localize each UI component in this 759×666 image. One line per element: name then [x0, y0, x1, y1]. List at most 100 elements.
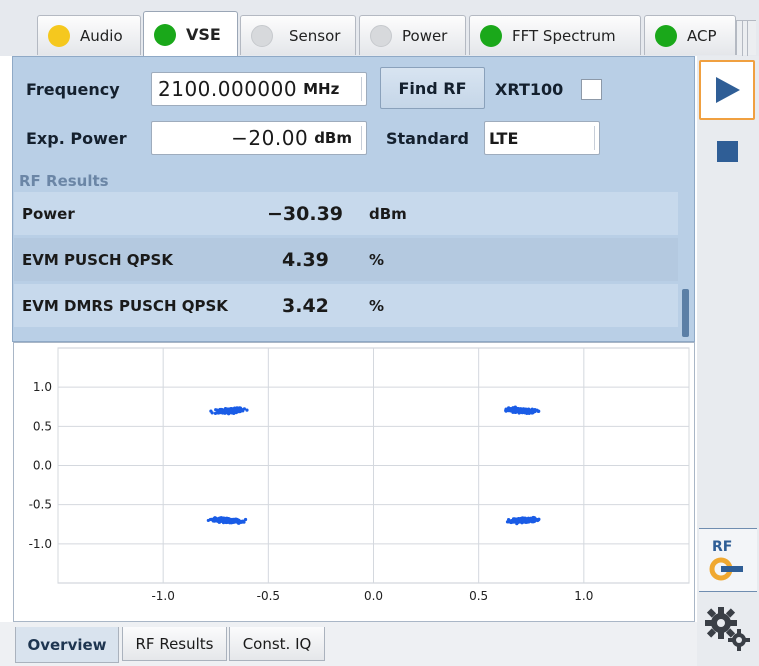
gears-icon — [705, 607, 750, 651]
frequency-field[interactable]: 2100.000000 MHz — [151, 72, 367, 106]
xrt100-checkbox[interactable] — [581, 79, 602, 100]
results-scrollbar[interactable] — [682, 289, 689, 337]
iq-point — [527, 411, 531, 416]
find-rf-button[interactable]: Find RF — [380, 67, 485, 109]
iq-point — [237, 519, 241, 523]
x-tick-label: -1.0 — [151, 589, 174, 603]
frequency-value: 2100.000000 — [158, 77, 298, 101]
iq-point — [211, 518, 215, 522]
xrt100-label: XRT100 — [495, 80, 564, 99]
iq-point — [504, 408, 508, 413]
tab-sensor[interactable]: Sensor — [240, 15, 356, 55]
play-icon — [716, 77, 740, 103]
y-tick-label: 1.0 — [33, 380, 52, 394]
status-indicator-icon — [251, 24, 273, 47]
tab-label: Power — [402, 26, 448, 45]
result-row: EVM DMRS PUSCH QPSK 3.42 % — [14, 284, 678, 327]
exp-power-unit: dBm — [314, 129, 352, 147]
tab-overflow-handle[interactable] — [736, 20, 756, 56]
iq-point — [226, 409, 230, 413]
result-unit: % — [369, 296, 385, 315]
settings-button[interactable] — [704, 604, 752, 654]
result-row: Power −30.39 dBm — [14, 192, 678, 235]
result-value: −30.39 — [267, 202, 344, 225]
status-indicator-icon — [480, 24, 502, 47]
field-notch — [594, 126, 600, 150]
tab-const-iq[interactable]: Const. IQ — [229, 627, 325, 661]
result-row: EVM PUSCH QPSK 4.39 % — [14, 238, 678, 281]
exp-power-label: Exp. Power — [26, 129, 127, 148]
iq-point — [216, 409, 220, 413]
iq-point — [234, 520, 238, 524]
exp-power-field[interactable]: −20.00 dBm — [151, 121, 367, 155]
play-button[interactable] — [699, 60, 755, 120]
iq-point — [515, 519, 519, 523]
constellation-plot: -1.0 -0.5 0.0 0.5 1.0 1.0 0.5 0.0 -0.5 -1.0 — [13, 342, 695, 622]
tab-vse[interactable]: VSE — [143, 11, 238, 57]
iq-point — [217, 520, 221, 524]
constellation-chart: -1.0 -0.5 0.0 0.5 1.0 1.0 0.5 0.0 -0.5 -1.0 — [29, 347, 690, 603]
result-name: EVM PUSCH QPSK — [22, 250, 173, 269]
settings-panel: Frequency 2100.000000 MHz Find RF XRT100… — [12, 56, 695, 342]
iq-point — [241, 519, 245, 523]
iq-point — [521, 518, 525, 522]
tab-label: VSE — [186, 25, 221, 44]
iq-point — [525, 518, 529, 522]
stop-button[interactable] — [717, 141, 738, 162]
rf-connector-icon — [709, 557, 743, 581]
iq-point — [516, 407, 520, 412]
rf-connector-button[interactable]: RF — [699, 528, 757, 592]
x-tick-label: 0.5 — [469, 589, 488, 603]
y-tick-label: -1.0 — [29, 537, 52, 551]
iq-point — [512, 518, 516, 522]
rf-label: RF — [712, 539, 733, 555]
standard-select[interactable]: LTE — [484, 121, 600, 155]
status-indicator-icon — [655, 24, 677, 47]
standard-value: LTE — [489, 128, 519, 148]
tab-overview[interactable]: Overview — [15, 627, 119, 663]
x-tick-label: 0.0 — [364, 589, 383, 603]
result-value: 3.42 — [282, 294, 329, 317]
tab-label: Audio — [80, 26, 123, 45]
standard-label: Standard — [386, 129, 469, 148]
tab-rf-results[interactable]: RF Results — [122, 627, 227, 661]
status-indicator-icon — [370, 24, 392, 47]
iq-point — [232, 408, 236, 412]
iq-point — [530, 520, 534, 524]
iq-point — [537, 409, 541, 413]
iq-point — [218, 517, 222, 521]
tab-audio[interactable]: Audio — [37, 15, 141, 55]
iq-point — [536, 518, 541, 522]
field-notch — [361, 77, 367, 101]
tab-fft-spectrum[interactable]: FFT Spectrum — [469, 15, 641, 55]
iq-point — [531, 410, 535, 414]
frequency-unit: MHz — [303, 80, 340, 98]
iq-point — [206, 518, 210, 523]
iq-point — [241, 408, 245, 412]
iq-point — [223, 409, 227, 413]
result-name: EVM DMRS PUSCH QPSK — [22, 296, 228, 315]
iq-point — [508, 519, 513, 523]
status-indicator-icon — [154, 23, 176, 46]
tab-label: ACP — [687, 26, 717, 45]
iq-point — [507, 406, 511, 411]
field-notch — [361, 126, 367, 150]
iq-point — [225, 519, 229, 523]
tab-power[interactable]: Power — [359, 15, 466, 55]
status-indicator-icon — [48, 24, 70, 47]
result-unit: % — [369, 250, 385, 269]
tab-label: FFT Spectrum — [512, 26, 616, 45]
tab-bar: Audio VSE Sensor Power FFT Spectrum ACP — [0, 0, 759, 57]
y-tick-label: -0.5 — [29, 498, 52, 512]
tab-label: Sensor — [289, 26, 341, 45]
x-tick-label: 1.0 — [574, 589, 593, 603]
y-tick-label: 0.5 — [33, 419, 52, 433]
tab-acp[interactable]: ACP — [644, 15, 736, 55]
result-name: Power — [22, 204, 75, 223]
exp-power-value: −20.00 — [231, 126, 309, 150]
result-value: 4.39 — [282, 248, 329, 271]
result-unit: dBm — [369, 204, 407, 223]
frequency-label: Frequency — [26, 80, 120, 99]
iq-point — [533, 407, 537, 412]
section-title: RF Results — [19, 172, 109, 190]
